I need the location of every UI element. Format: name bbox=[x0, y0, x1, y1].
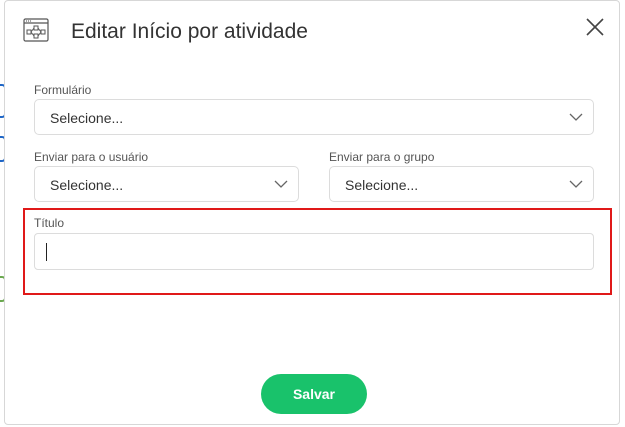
close-icon[interactable] bbox=[583, 15, 607, 39]
text-caret bbox=[46, 243, 47, 261]
formulario-label: Formulário bbox=[34, 83, 92, 97]
enviar-usuario-label: Enviar para o usuário bbox=[34, 150, 149, 164]
edit-activity-start-modal: Editar Início por atividade Formulário S… bbox=[4, 0, 620, 425]
enviar-usuario-select-value: Selecione... bbox=[50, 177, 124, 193]
enviar-grupo-select[interactable]: Selecione... bbox=[329, 166, 594, 202]
enviar-grupo-label: Enviar para o grupo bbox=[329, 150, 435, 164]
chevron-down-icon bbox=[569, 113, 583, 121]
save-button[interactable]: Salvar bbox=[261, 374, 367, 414]
enviar-usuario-select[interactable]: Selecione... bbox=[34, 166, 299, 202]
enviar-grupo-select-value: Selecione... bbox=[345, 177, 419, 193]
modal-title: Editar Início por atividade bbox=[71, 20, 308, 43]
page: Editar Início por atividade Formulário S… bbox=[0, 0, 625, 427]
formulario-select-value: Selecione... bbox=[50, 110, 124, 126]
chevron-down-icon bbox=[569, 180, 583, 188]
chevron-down-icon bbox=[274, 180, 288, 188]
modal-header: Editar Início por atividade bbox=[5, 1, 619, 63]
titulo-input[interactable] bbox=[34, 233, 594, 270]
formulario-select[interactable]: Selecione... bbox=[34, 99, 594, 135]
titulo-label: Título bbox=[34, 216, 65, 230]
workflow-diagram-icon bbox=[23, 18, 49, 42]
